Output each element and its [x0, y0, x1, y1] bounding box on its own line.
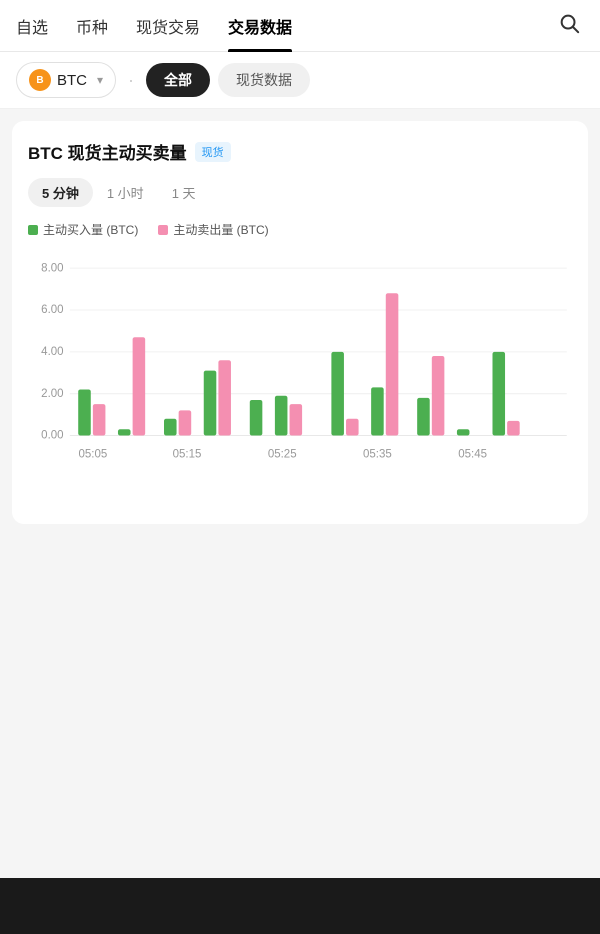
spot-badge: 现货 [195, 142, 231, 162]
nav-tab-spot-trading[interactable]: 现货交易 [136, 0, 200, 52]
chart-legend: 主动买入量 (BTC) 主动卖出量 (BTC) [28, 221, 572, 238]
svg-text:8.00: 8.00 [41, 262, 63, 274]
svg-text:05:05: 05:05 [78, 449, 107, 461]
sell-legend-icon [158, 225, 168, 235]
svg-text:05:35: 05:35 [363, 449, 392, 461]
all-button[interactable]: 全部 [146, 63, 210, 97]
nav-tabs: 自选 币种 现货交易 交易数据 [16, 0, 554, 52]
filter-row: B BTC ▾ · 全部 现货数据 [0, 52, 600, 109]
svg-text:05:15: 05:15 [173, 449, 202, 461]
type-button-group: 全部 现货数据 [146, 63, 310, 97]
chart-card: BTC 现货主动买卖量 现货 5 分钟 1 小时 1 天 主动买入量 (BTC) [12, 121, 588, 524]
time-tab-5min[interactable]: 5 分钟 [28, 178, 93, 207]
spot-data-button[interactable]: 现货数据 [218, 63, 310, 97]
svg-text:05:25: 05:25 [268, 449, 297, 461]
nav-tab-trading-data[interactable]: 交易数据 [228, 0, 292, 52]
bar-chart-svg: 8.00 6.00 4.00 2.00 0.00 [28, 248, 572, 508]
coin-name: BTC [57, 72, 87, 89]
svg-text:0.00: 0.00 [41, 430, 63, 442]
nav-bar: 自选 币种 现货交易 交易数据 [0, 0, 600, 52]
time-tabs: 5 分钟 1 小时 1 天 [28, 178, 572, 207]
legend-buy: 主动买入量 (BTC) [28, 221, 138, 238]
svg-text:2.00: 2.00 [41, 388, 63, 400]
sell-legend-label: 主动卖出量 (BTC) [173, 221, 268, 238]
time-tab-1hour[interactable]: 1 小时 [93, 178, 158, 207]
chart-title-row: BTC 现货主动买卖量 现货 [28, 139, 572, 164]
chevron-down-icon: ▾ [97, 73, 103, 87]
search-icon[interactable] [554, 8, 584, 44]
buy-legend-label: 主动买入量 (BTC) [43, 221, 138, 238]
time-tab-1day[interactable]: 1 天 [158, 178, 210, 207]
nav-tab-watchlist[interactable]: 自选 [16, 0, 48, 52]
nav-tab-coins[interactable]: 币种 [76, 0, 108, 52]
btc-icon: B [29, 69, 51, 91]
chart-title: BTC 现货主动买卖量 [28, 139, 187, 164]
chart-area: 8.00 6.00 4.00 2.00 0.00 [28, 248, 572, 508]
main-content: BTC 现货主动买卖量 现货 5 分钟 1 小时 1 天 主动买入量 (BTC) [0, 109, 600, 536]
svg-text:6.00: 6.00 [41, 304, 63, 316]
svg-text:05:45: 05:45 [458, 449, 487, 461]
coin-selector[interactable]: B BTC ▾ [16, 62, 116, 98]
bottom-bar [0, 878, 600, 934]
legend-sell: 主动卖出量 (BTC) [158, 221, 268, 238]
divider: · [128, 70, 134, 91]
buy-legend-icon [28, 225, 38, 235]
svg-text:4.00: 4.00 [41, 346, 63, 358]
